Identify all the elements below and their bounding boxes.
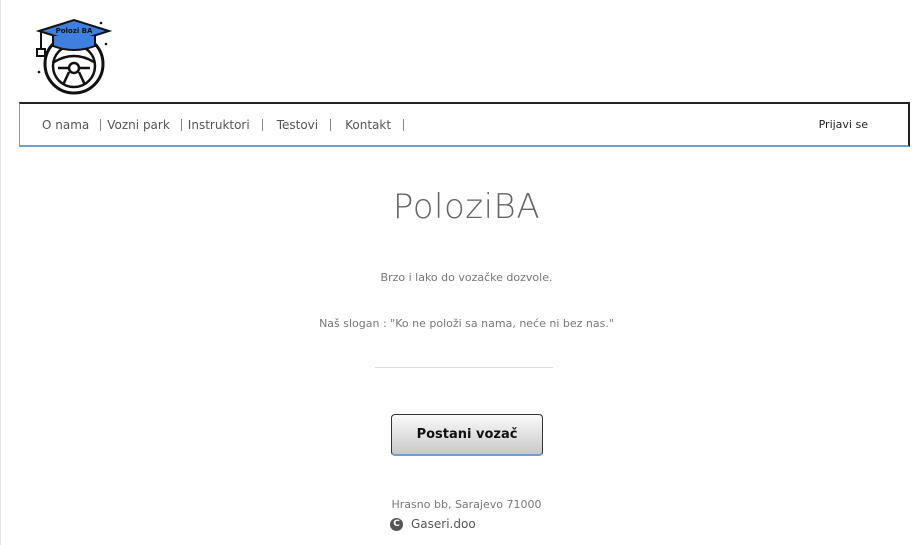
nav-separator	[403, 118, 405, 131]
footer-copyright: C Gaseri.doo	[390, 517, 476, 531]
nav-links: O nama Vozni park Instruktori Testovi Ko…	[20, 118, 418, 132]
graduation-cap-steering-wheel-icon: Polozi BA	[35, 18, 113, 95]
hero-tagline: Brzo i lako do vozačke dozvole.	[380, 271, 553, 284]
nav-separator	[330, 118, 332, 131]
nav-link-vozni-park[interactable]: Vozni park	[107, 118, 170, 132]
nav-link-o-nama[interactable]: O nama	[42, 118, 89, 132]
nav-separator	[100, 118, 102, 131]
nav-link-instruktori[interactable]: Instruktori	[188, 118, 250, 132]
copyright-text: Gaseri.doo	[411, 517, 476, 531]
nav-separator	[180, 118, 182, 131]
login-link[interactable]: Prijavi se	[819, 118, 868, 131]
nav-link-kontakt[interactable]: Kontakt	[345, 118, 391, 132]
nav-separator	[261, 118, 263, 131]
nav-link-testovi[interactable]: Testovi	[277, 118, 318, 132]
become-driver-button[interactable]: Postani vozač	[391, 414, 543, 456]
copyright-icon: C	[390, 517, 403, 531]
site-logo[interactable]: Polozi BA	[31, 14, 113, 100]
main-navbar: O nama Vozni park Instruktori Testovi Ko…	[19, 102, 910, 147]
hero-divider	[375, 367, 553, 368]
page: Polozi BA O nama Vozni park Instruktori …	[0, 0, 912, 545]
logo-text: Polozi BA	[56, 27, 93, 35]
footer-address: Hrasno bb, Sarajevo 71000	[391, 498, 542, 511]
hero-slogan: Naš slogan : "Ko ne položi sa nama, neće…	[319, 317, 614, 330]
hero-title: PoloziBA	[392, 187, 541, 227]
